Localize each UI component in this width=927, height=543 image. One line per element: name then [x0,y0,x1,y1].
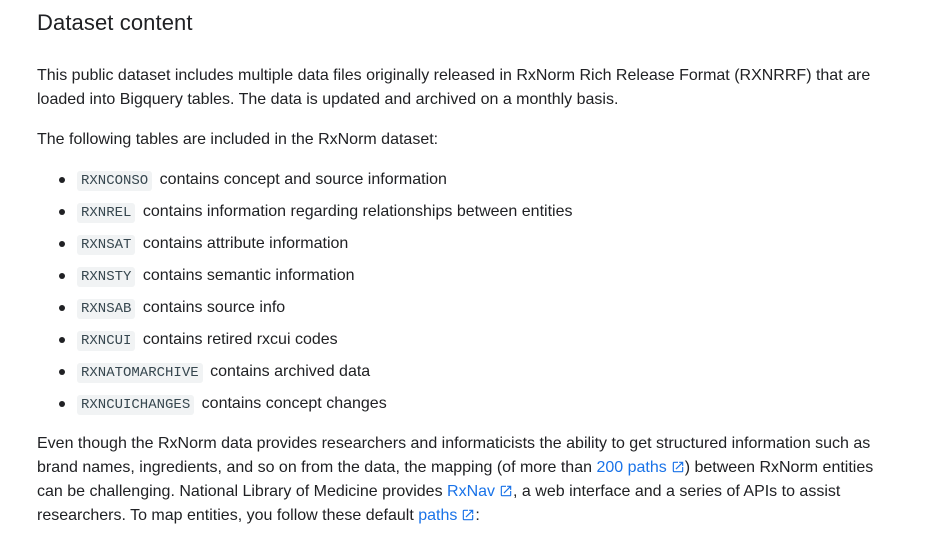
table-description: contains concept and source information [159,171,447,188]
table-name: RXNCUICHANGES [77,395,195,415]
table-name: RXNCONSO [77,171,153,191]
rxnav-link-label: RxNav [447,483,496,500]
list-item: RXNCUICHANGES contains concept changes [37,392,897,424]
bullet-icon [59,305,65,311]
200-paths-link-label: 200 paths [596,459,667,476]
dataset-content-page: Dataset content This public dataset incl… [0,0,927,543]
table-name: RXNSAT [77,235,136,255]
table-name: RXNREL [77,203,136,223]
closing-text-4: : [475,507,480,524]
intro-paragraph: This public dataset includes multiple da… [37,67,871,108]
bullet-icon [59,241,65,247]
table-name: RXNSAB [77,299,136,319]
table-description: contains concept changes [201,395,387,412]
external-link-icon [500,485,512,497]
table-name: RXNCUI [77,331,136,351]
paths-link-label: paths [418,507,458,524]
list-item: RXNSTY contains semantic information [37,264,897,296]
bullet-icon [59,369,65,375]
list-item: RXNCONSO contains concept and source inf… [37,168,897,200]
bullet-icon [59,273,65,279]
external-link-icon [672,461,683,473]
table-description: contains archived data [210,363,371,380]
list-item: RXNSAT contains attribute information [37,232,897,264]
section-heading: Dataset content [37,10,193,35]
tables-list: RXNCONSO contains concept and source inf… [37,168,897,424]
table-description: contains semantic information [142,267,355,284]
closing-paragraph: Even though the RxNorm data provides res… [37,432,897,528]
external-link-icon [463,509,474,521]
table-description: contains attribute information [142,235,349,252]
bullet-icon [59,401,65,407]
rxnav-link[interactable]: RxNav [447,483,513,500]
bullet-icon [59,337,65,343]
table-description: contains retired rxcui codes [142,331,338,348]
list-item: RXNATOMARCHIVE contains archived data [37,360,897,392]
bullet-icon [59,209,65,215]
table-name: RXNSTY [77,267,136,287]
paths-link[interactable]: paths [418,507,475,524]
list-item: RXNREL contains information regarding re… [37,200,897,232]
list-item: RXNSAB contains source info [37,296,897,328]
tables-lead-paragraph: The following tables are included in the… [37,131,439,148]
table-name: RXNATOMARCHIVE [77,363,203,383]
200-paths-link[interactable]: 200 paths [596,459,684,476]
list-item: RXNCUI contains retired rxcui codes [37,328,897,360]
table-description: contains information regarding relations… [142,203,573,220]
table-description: contains source info [142,299,286,316]
bullet-icon [59,177,65,183]
